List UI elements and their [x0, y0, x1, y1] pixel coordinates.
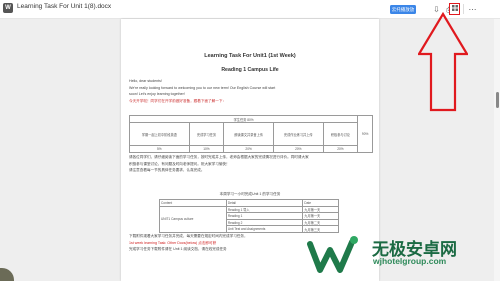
table-cell: 20% — [272, 145, 324, 153]
table-header: 学生任务 80% — [128, 115, 359, 123]
table-cell: Reading 1 — [225, 212, 304, 220]
table-cell: 10% — [188, 145, 225, 153]
scrollbar-thumb[interactable] — [496, 92, 499, 108]
table-cell: 20% — [322, 145, 359, 153]
table-cell: 九月第二天 — [302, 218, 339, 227]
table-cell: 九月第一天 — [302, 212, 339, 220]
schedule-table: Content Detail Date UNIT1 Campus culture… — [159, 199, 339, 233]
page-title: Learning Task For Unit1 (1st Week) — [204, 53, 296, 59]
intro-paragraph: Hello, dear students! We're really looki… — [129, 78, 371, 104]
table-cell: 学期一起上初中阶段英语 — [129, 122, 190, 146]
table-header: Detail — [225, 199, 304, 207]
table-cell: Reading 2 — [225, 218, 304, 227]
table-cell: UNIT1 Campus culture — [159, 205, 227, 233]
watermark-url: wjhotelgroup.com — [373, 256, 447, 266]
table-cell: 5% — [129, 145, 190, 153]
page-subtitle: Reading 1 Campus Life — [221, 67, 279, 73]
annotation-arrow — [418, 12, 468, 112]
instruction-line: 请注意查看每一节的具体任务要求，认真完成。 — [129, 168, 205, 172]
table-cell: 完成学习任务 — [188, 122, 225, 146]
table-cell: 完成作业练习并上传 — [272, 122, 324, 146]
table-header: Date — [302, 199, 339, 207]
table-cell: 20% — [223, 145, 274, 153]
more-icon[interactable]: ⋯ — [468, 5, 477, 14]
assessment-table: 学生任务 80% 90% 学期一起上初中阶段英语 完成学习任务 朗读课文并录音上… — [128, 115, 373, 153]
vertical-scrollbar[interactable] — [494, 19, 500, 281]
corner-decoration — [0, 268, 14, 281]
table-cell: Reading 1 导入 — [225, 205, 304, 214]
primary-action-button[interactable]: 云托播放放 — [390, 5, 416, 14]
table-cell: 九月第一天 — [302, 205, 339, 214]
document-type-icon: W — [3, 3, 13, 13]
table-header: Content — [159, 199, 227, 207]
table-cell: 积极参与讨论 — [322, 122, 359, 146]
watermark-logo-icon — [304, 236, 364, 274]
table-cell: Unit Test and Assignments — [225, 225, 304, 233]
intro-line: 今天开学啦！同学们在开学前做好准备，跟着下面了解一下： — [129, 98, 227, 103]
table-cell: 朗读课文并录音上传 — [223, 122, 274, 146]
schedule-table-title: 本周学习一小时完成Unit 1 的学习任务 — [219, 192, 281, 196]
table-cell: 90% — [357, 115, 373, 153]
instructions-paragraph: 请各位同学们，请仔细阅读下面的学习任务，按时完成并上传，老师会根据大家的完成情况… — [129, 154, 371, 174]
document-title: Learning Task For Unit 1(8).docx — [17, 3, 112, 10]
